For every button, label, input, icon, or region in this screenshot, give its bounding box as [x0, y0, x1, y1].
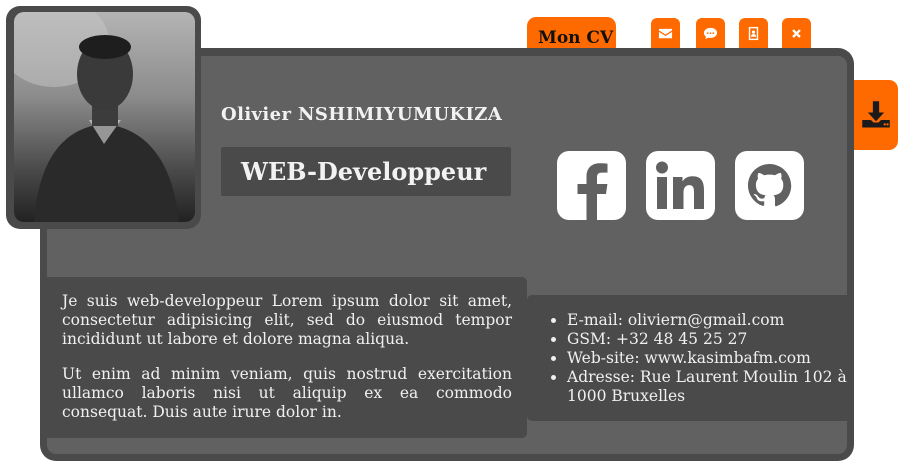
comment-icon — [703, 27, 718, 39]
linkedin-icon — [646, 151, 715, 220]
github-icon — [735, 151, 804, 220]
profile-role: WEB-Developpeur — [221, 147, 511, 196]
email-button[interactable] — [651, 18, 680, 48]
about-section: Je suis web-developpeur Lorem ipsum dolo… — [47, 277, 527, 438]
contact-list: E-mail: oliviern@gmail.com GSM: +32 48 4… — [527, 311, 849, 406]
contact-address: Adresse: Rue Laurent Moulin 102 à 1000 B… — [567, 368, 849, 406]
contact-phone: GSM: +32 48 45 25 27 — [567, 330, 849, 349]
about-paragraph: Ut enim ad minim veniam, quis nostrud ex… — [62, 365, 512, 421]
facebook-link[interactable] — [557, 151, 626, 220]
linkedin-link[interactable] — [646, 151, 715, 220]
address-book-icon — [748, 26, 759, 40]
github-link[interactable] — [735, 151, 804, 220]
cv-tab-label: Mon CV — [538, 28, 614, 48]
profile-role-label: WEB-Developpeur — [241, 157, 487, 186]
about-paragraph: Je suis web-developpeur Lorem ipsum dolo… — [62, 292, 512, 348]
message-button[interactable] — [696, 18, 725, 48]
contact-section: E-mail: oliviern@gmail.com GSM: +32 48 4… — [527, 295, 849, 421]
close-button[interactable] — [782, 18, 811, 48]
facebook-icon — [557, 151, 626, 220]
profile-name: Olivier NSHIMIYUMUKIZA — [221, 104, 503, 125]
download-cv-button[interactable] — [853, 80, 898, 150]
profile-photo — [14, 12, 195, 222]
contacts-button[interactable] — [739, 18, 768, 48]
contact-website: Web-site: www.kasimbafm.com — [567, 349, 849, 368]
envelope-icon — [658, 28, 673, 38]
contact-email: E-mail: oliviern@gmail.com — [567, 311, 849, 330]
close-icon — [792, 28, 801, 38]
download-icon — [861, 101, 890, 128]
